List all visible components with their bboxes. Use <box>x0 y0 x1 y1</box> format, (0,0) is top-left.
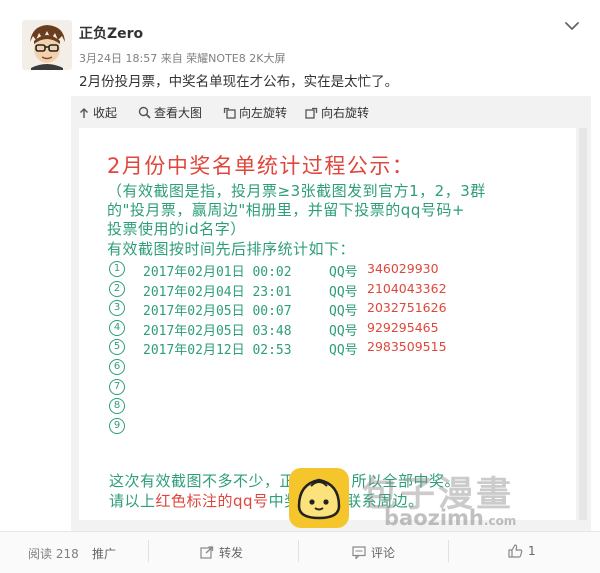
rotate-right-button[interactable]: 向右旋转 <box>305 104 369 121</box>
arrow-up-icon <box>80 107 88 118</box>
post-text: 2月份投月票，中奖名单现在才公布，实在是太忙了。 <box>79 74 399 90</box>
image-note-line: （有效截图是指，投月票≥3张截图发到官方1，2，3群 <box>107 182 486 200</box>
comment-button[interactable]: 评论 <box>352 544 395 561</box>
view-large-button[interactable]: 查看大图 <box>138 104 202 121</box>
share-label: 转发 <box>219 546 244 560</box>
magnify-icon <box>138 106 151 119</box>
entry-qq-label: QQ号 <box>329 343 358 359</box>
divider <box>448 540 449 562</box>
entry-number: 2 <box>109 280 125 297</box>
watermark-url: baozimh.com <box>384 506 516 530</box>
rotate-right-label: 向右旋转 <box>321 106 370 120</box>
rotate-left-icon <box>223 107 236 119</box>
entry-number: 8 <box>109 398 125 415</box>
entry-number: 6 <box>109 358 125 375</box>
chevron-down-icon[interactable] <box>562 18 582 34</box>
entry-qq: 929295465 <box>367 319 439 335</box>
rotate-right-icon <box>305 107 318 119</box>
collapse-label: 收起 <box>93 106 118 120</box>
bun-logo-icon <box>287 466 351 530</box>
entry-qq-label: QQ号 <box>329 304 358 320</box>
entry-number: 9 <box>109 417 125 434</box>
entry-date: 2017年02月12日 02:53 <box>143 343 292 359</box>
image-title: 2月份中奖名单统计过程公示： <box>107 154 415 178</box>
watermark-url-suffix: .com <box>483 514 517 528</box>
entry-number: 3 <box>109 300 125 317</box>
divider <box>298 540 299 562</box>
entry-date: 2017年02月04日 23:01 <box>143 284 292 300</box>
entry-qq-label: QQ号 <box>329 265 358 280</box>
entry-qq: 2032751626 <box>367 300 447 316</box>
post-meta: 3月24日 18:57 来自 荣耀NOTE8 2K大屏 <box>79 52 286 65</box>
entry-number: 5 <box>109 339 125 356</box>
image-note-line: 的"投月票，赢周边"相册里，并留下投票的qq号码+ <box>107 201 465 219</box>
share-icon <box>200 546 214 559</box>
image-note-line: 投票使用的id名字） <box>107 220 246 238</box>
share-button[interactable]: 转发 <box>200 544 243 561</box>
view-large-label: 查看大图 <box>154 106 203 120</box>
entry-qq: 2983509515 <box>367 339 447 355</box>
entry-qq-label: QQ号 <box>329 284 358 300</box>
watermark-url-main: baozimh <box>384 506 484 530</box>
username[interactable]: 正负Zero <box>79 23 143 43</box>
entry-number: 7 <box>109 378 125 395</box>
rotate-left-label: 向左旋转 <box>239 106 288 120</box>
post-image[interactable]: 2月份中奖名单统计过程公示： （有效截图是指，投月票≥3张截图发到官方1，2，3… <box>79 128 576 520</box>
rotate-left-button[interactable]: 向左旋转 <box>223 104 287 121</box>
media-toolbar: 收起 查看大图 向左旋转 向右旋转 <box>71 96 591 126</box>
like-button[interactable]: 1 <box>508 544 536 558</box>
divider <box>148 540 149 562</box>
entry-qq: 346029930 <box>367 261 439 276</box>
image-edge-strip <box>579 128 587 520</box>
entry-date: 2017年02月05日 00:07 <box>143 304 292 320</box>
entry-qq: 2104043362 <box>367 280 447 296</box>
weibo-post: 正负Zero 3月24日 18:57 来自 荣耀NOTE8 2K大屏 2月份投月… <box>0 0 600 573</box>
entry-number: 1 <box>109 261 125 277</box>
promote-button[interactable]: 推广 <box>92 545 116 562</box>
entry-number: 4 <box>109 319 125 336</box>
entry-qq-label: QQ号 <box>329 323 358 339</box>
footer-text: 请以上 <box>109 492 156 510</box>
entry-date: 2017年02月05日 03:48 <box>143 323 292 339</box>
footer-highlight: 红色标注的qq号 <box>155 492 269 510</box>
thumbs-up-icon <box>508 544 523 558</box>
post-footer: 阅读 218 推广 转发 评论 1 <box>0 531 600 573</box>
avatar[interactable] <box>22 20 72 70</box>
comment-icon <box>352 546 366 559</box>
like-count: 1 <box>528 544 536 558</box>
avatar-image <box>22 20 72 70</box>
entry-date: 2017年02月01日 00:02 <box>143 265 292 280</box>
comment-label: 评论 <box>371 546 396 560</box>
read-count: 阅读 218 <box>28 547 79 561</box>
image-note-line: 有效截图按时间先后排序统计如下： <box>107 240 356 258</box>
collapse-button[interactable]: 收起 <box>78 104 117 121</box>
